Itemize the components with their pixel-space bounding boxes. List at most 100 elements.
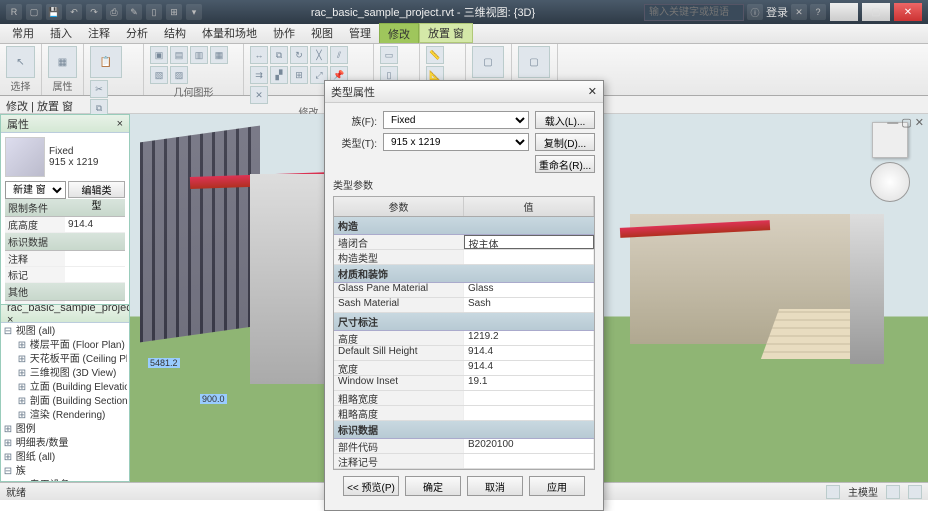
expand-icon[interactable]: ⊟ <box>3 325 13 339</box>
tab-massing[interactable]: 体量和场地 <box>194 23 265 43</box>
filter-icon[interactable] <box>886 485 900 499</box>
expand-icon[interactable]: ⊞ <box>17 395 27 409</box>
rename-button[interactable]: 重命名(R)... <box>535 155 595 173</box>
duplicate-button[interactable]: 复制(D)... <box>535 133 595 151</box>
param-value[interactable] <box>464 406 594 420</box>
param-row[interactable]: 高度1219.2 <box>334 331 594 346</box>
param-row[interactable]: 宽度914.4 <box>334 361 594 376</box>
geom-icon[interactable]: ▤ <box>170 46 188 64</box>
expand-icon[interactable]: ⊟ <box>3 465 13 479</box>
family-select[interactable]: Fixed <box>383 111 529 129</box>
expand-icon[interactable]: ⊞ <box>17 381 27 395</box>
tree-item[interactable]: ⊟ 族 <box>3 465 127 479</box>
delete-icon[interactable]: ✕ <box>250 86 268 104</box>
view-icon[interactable]: ▭ <box>380 46 398 64</box>
ok-button[interactable]: 确定 <box>405 476 461 496</box>
expand-icon[interactable]: ⊞ <box>17 367 27 381</box>
signin-label[interactable]: 登录 <box>766 4 788 20</box>
load-button[interactable]: 载入(L)... <box>535 111 595 129</box>
temp-dim[interactable]: 5481.2 <box>148 358 180 368</box>
qat-icon[interactable]: ⊞ <box>166 4 182 20</box>
close-icon[interactable]: × <box>117 118 123 130</box>
geom-icon[interactable]: ▨ <box>170 66 188 84</box>
app-menu-icon[interactable]: R <box>6 4 22 20</box>
array-icon[interactable]: ⊞ <box>290 66 308 84</box>
expand-icon[interactable]: ⊟ <box>17 479 27 482</box>
param-value[interactable]: 914.4 <box>464 361 594 375</box>
tab-insert[interactable]: 插入 <box>42 23 80 43</box>
rotate-icon[interactable]: ↻ <box>290 46 308 64</box>
qat-icon[interactable]: ▯ <box>146 4 162 20</box>
save-icon[interactable]: 💾 <box>46 4 62 20</box>
cancel-button[interactable]: 取消 <box>467 476 523 496</box>
help-icon[interactable]: ? <box>810 4 826 20</box>
maximize-button[interactable]: ▢ <box>862 3 890 21</box>
tab-structure[interactable]: 结构 <box>156 23 194 43</box>
prop-row[interactable]: 底高度914.4 <box>5 217 125 233</box>
preview-button[interactable]: << 预览(P) <box>343 476 399 496</box>
tab-collaborate[interactable]: 协作 <box>265 23 303 43</box>
tab-modify[interactable]: 修改 <box>379 23 419 43</box>
tree-item[interactable]: ⊞ 渲染 (Rendering) <box>3 409 127 423</box>
tree-item[interactable]: ⊟ 专用设备 <box>3 479 127 482</box>
param-value[interactable] <box>464 391 594 405</box>
prop-row[interactable]: 注释 <box>5 251 125 267</box>
close-button[interactable]: ✕ <box>894 3 922 21</box>
param-value[interactable]: 1219.2 <box>464 331 594 345</box>
expand-icon[interactable]: ⊞ <box>3 423 13 437</box>
param-row[interactable]: 构造类型 <box>334 250 594 265</box>
param-row[interactable]: 粗略高度 <box>334 406 594 421</box>
modify-tool-icon[interactable]: ↖ <box>6 46 35 78</box>
param-row[interactable]: Glass Pane MaterialGlass <box>334 283 594 298</box>
tree-item[interactable]: ⊞ 三维视图 (3D View) <box>3 367 127 381</box>
expand-icon[interactable]: ⊞ <box>3 437 13 451</box>
mirror-icon[interactable]: ▞ <box>270 66 288 84</box>
geom-icon[interactable]: ▧ <box>150 66 168 84</box>
offset-icon[interactable]: ⇉ <box>250 66 268 84</box>
type-select[interactable]: 915 x 1219 <box>383 133 529 151</box>
param-row[interactable]: 部件代码B2020100 <box>334 439 594 454</box>
expand-icon[interactable]: ⊞ <box>17 409 27 423</box>
split-icon[interactable]: ⫽ <box>330 46 348 64</box>
redo-icon[interactable]: ↷ <box>86 4 102 20</box>
param-value[interactable]: Sash <box>464 298 594 312</box>
tree-item[interactable]: ⊞ 剖面 (Building Section) <box>3 395 127 409</box>
print-icon[interactable]: ⎙ <box>106 4 122 20</box>
view-controls[interactable]: — ▢ ✕ <box>887 116 924 129</box>
tree-item[interactable]: ⊞ 明细表/数量 <box>3 437 127 451</box>
instance-filter[interactable]: 新建 窗 <box>5 181 66 199</box>
cut-icon[interactable]: ✂ <box>90 80 108 98</box>
workset-icon[interactable] <box>826 485 840 499</box>
param-row[interactable]: 墙闭合按主体 <box>334 235 594 250</box>
qat-dropdown-icon[interactable]: ▾ <box>186 4 202 20</box>
param-row[interactable]: Default Sill Height914.4 <box>334 346 594 361</box>
tab-context[interactable]: 放置 窗 <box>419 23 473 43</box>
tree-item[interactable]: ⊞ 立面 (Building Elevation) <box>3 381 127 395</box>
param-value[interactable]: B2020100 <box>464 439 594 453</box>
properties-tool-icon[interactable]: ▦ <box>48 46 77 78</box>
qat-icon[interactable]: ✎ <box>126 4 142 20</box>
browser-tree[interactable]: ⊟ 视图 (all)⊞ 楼层平面 (Floor Plan)⊞ 天花板平面 (Ce… <box>1 323 129 482</box>
tree-item[interactable]: ⊞ 楼层平面 (Floor Plan) <box>3 339 127 353</box>
minimize-button[interactable]: — <box>830 3 858 21</box>
exchange-icon[interactable]: ✕ <box>791 4 807 20</box>
geom-icon[interactable]: ▦ <box>210 46 228 64</box>
param-row[interactable]: 注释记号 <box>334 454 594 469</box>
param-value[interactable]: Glass <box>464 283 594 297</box>
param-row[interactable]: 粗略宽度 <box>334 391 594 406</box>
move-icon[interactable]: ↔ <box>250 46 268 64</box>
search-input[interactable] <box>644 4 744 21</box>
param-value[interactable]: 914.4 <box>464 346 594 360</box>
close-icon[interactable]: ✕ <box>588 85 597 98</box>
param-value[interactable]: 按主体 <box>464 235 595 249</box>
geom-icon[interactable]: ▣ <box>150 46 168 64</box>
undo-icon[interactable]: ↶ <box>66 4 82 20</box>
prop-value[interactable]: 914.4 <box>65 219 125 230</box>
param-value[interactable]: 19.1 <box>464 376 594 390</box>
geom-icon[interactable]: ▥ <box>190 46 208 64</box>
apply-button[interactable]: 应用 <box>529 476 585 496</box>
model-label[interactable]: 主模型 <box>848 484 878 499</box>
edit-type-button[interactable]: 编辑类型 <box>68 181 125 198</box>
tab-home[interactable]: 常用 <box>4 23 42 43</box>
create-icon[interactable]: ▢ <box>472 46 504 78</box>
